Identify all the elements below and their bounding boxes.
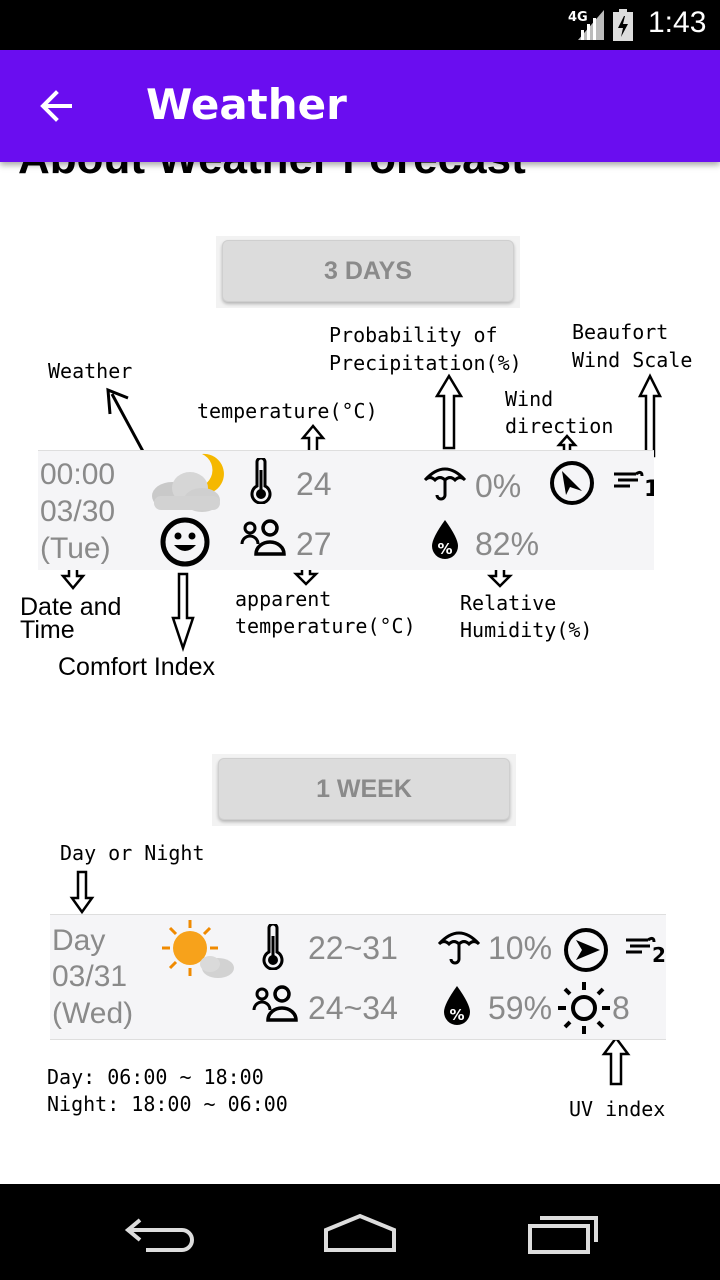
one-week-button[interactable]: 1 WEEK (218, 758, 510, 820)
battery-icon (613, 9, 633, 41)
signal-icon (578, 10, 604, 40)
people-icon (252, 985, 298, 1022)
comfort-annotation: Comfort Index (58, 653, 216, 681)
humidity-annotation-line1: Relative (460, 591, 557, 615)
row-time: 00:00 (40, 458, 116, 491)
home-nav-icon[interactable] (320, 1208, 400, 1256)
people-icon (240, 519, 286, 556)
uv-annotation: UV index (569, 1097, 666, 1121)
sun-cloud-icon (162, 920, 234, 978)
row-temperature: 24 (296, 466, 332, 502)
row-temperature: 22~31 (308, 930, 398, 966)
apparent-annotation-line1: apparent (235, 587, 332, 611)
night-hours-annotation: Night: 18:00 ~ 06:00 (47, 1092, 288, 1116)
humidity-annotation-line2: Humidity(%) (460, 618, 593, 642)
app-title: Weather (146, 80, 347, 129)
humidity-drop-icon: % (432, 520, 458, 559)
cloud-moon-icon (152, 453, 224, 512)
row-apparent-temperature: 27 (296, 526, 332, 562)
row-precipitation: 10% (488, 930, 553, 966)
row-uv: 8 (612, 990, 630, 1026)
back-nav-icon[interactable] (120, 1208, 200, 1256)
row-weekday: (Wed) (52, 997, 134, 1030)
row-apparent-temperature: 24~34 (308, 990, 398, 1026)
status-bar: 4G 1:43 (0, 0, 720, 50)
svg-text:%: % (449, 1006, 464, 1024)
uv-sun-icon (558, 982, 610, 1034)
umbrella-icon (423, 467, 467, 501)
day-hours-annotation: Day: 06:00 ~ 18:00 (47, 1065, 264, 1089)
thermometer-icon (262, 924, 284, 970)
svg-text:1: 1 (644, 477, 654, 500)
thermometer-icon (250, 458, 272, 504)
svg-text:%: % (437, 540, 452, 558)
smiley-icon (160, 517, 210, 567)
row-weekday: (Tue) (40, 532, 111, 565)
row-precipitation: 0% (475, 468, 522, 504)
clock: 1:43 (648, 6, 707, 39)
wind-direction-icon (550, 461, 594, 505)
apparent-annotation-line2: temperature(°C) (235, 614, 416, 638)
navigation-bar (0, 1184, 720, 1280)
umbrella-icon (437, 931, 481, 965)
recents-nav-icon[interactable] (524, 1208, 604, 1256)
wind-scale-icon: 1 (614, 470, 654, 500)
row-humidity: 82% (475, 526, 540, 562)
wind-scale-icon: 2 (626, 936, 666, 966)
humidity-drop-icon: % (444, 986, 470, 1025)
one-week-button-panel: 1 WEEK (212, 754, 516, 826)
wind-direction-icon (564, 928, 608, 972)
help-image: About Weather Forecast 3 DAYS Probabilit… (0, 162, 720, 1184)
date-time-annotation-line2: Time (20, 616, 75, 644)
app-bar: Weather (0, 50, 720, 162)
row-date: 03/30 (40, 495, 116, 528)
row-humidity: 59% (488, 990, 553, 1026)
back-arrow-icon[interactable] (30, 78, 86, 134)
row-period: Day (52, 924, 106, 957)
row-date: 03/31 (52, 960, 128, 993)
svg-text:2: 2 (652, 943, 666, 966)
